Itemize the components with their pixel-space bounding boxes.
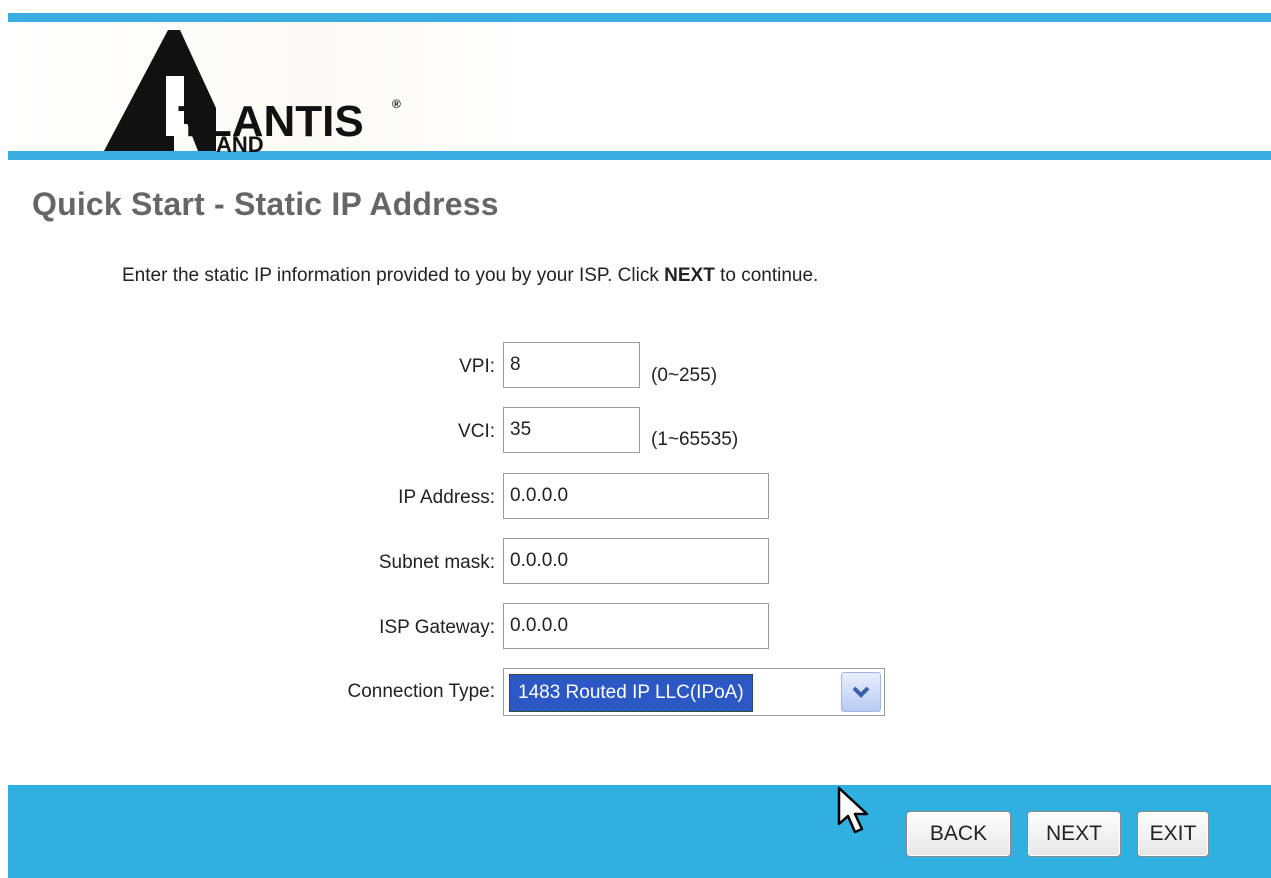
isp-gateway-label: ISP Gateway: bbox=[379, 617, 495, 638]
connection-type-select[interactable]: 1483 Routed IP LLC(IPoA) bbox=[503, 668, 885, 716]
logo-registered-mark: ® bbox=[392, 97, 401, 111]
vpi-label: VPI: bbox=[459, 356, 495, 377]
chevron-down-icon-glyph bbox=[852, 686, 870, 698]
atlantis-land-logo: TLANTIS ® AND bbox=[104, 30, 401, 153]
logo-wordmark: TLANTIS bbox=[178, 97, 364, 146]
next-button[interactable]: NEXT bbox=[1027, 811, 1121, 857]
logo-subword: AND bbox=[216, 132, 264, 153]
instruction-text-end: to continue. bbox=[714, 265, 819, 286]
header-top-rule bbox=[8, 13, 1271, 22]
ip-address-label: IP Address: bbox=[398, 487, 495, 508]
connection-type-selected-value: 1483 Routed IP LLC(IPoA) bbox=[509, 674, 753, 712]
instruction-text-start: Enter the static IP information provided… bbox=[122, 265, 665, 286]
ip-address-field[interactable] bbox=[503, 473, 769, 519]
vpi-range-hint: (0~255) bbox=[651, 365, 718, 386]
exit-button[interactable]: EXIT bbox=[1137, 811, 1209, 857]
logo-a-left-stroke bbox=[104, 30, 174, 151]
back-button[interactable]: BACK bbox=[906, 811, 1011, 857]
instruction-text-emphasis: NEXT bbox=[664, 265, 715, 286]
instruction-text: Enter the static IP information provided… bbox=[122, 265, 818, 287]
vci-range-hint: (1~65535) bbox=[651, 429, 739, 450]
isp-gateway-field[interactable] bbox=[503, 603, 769, 649]
mouse-cursor-icon bbox=[837, 786, 869, 834]
connection-type-label: Connection Type: bbox=[347, 681, 495, 702]
vpi-field[interactable] bbox=[503, 342, 640, 388]
vci-field[interactable] bbox=[503, 407, 640, 453]
subnet-mask-label: Subnet mask: bbox=[378, 552, 495, 573]
subnet-mask-field[interactable] bbox=[503, 538, 769, 584]
chevron-down-icon[interactable] bbox=[841, 672, 881, 712]
page-title: Quick Start - Static IP Address bbox=[32, 186, 499, 222]
vci-label: VCI: bbox=[458, 421, 495, 442]
